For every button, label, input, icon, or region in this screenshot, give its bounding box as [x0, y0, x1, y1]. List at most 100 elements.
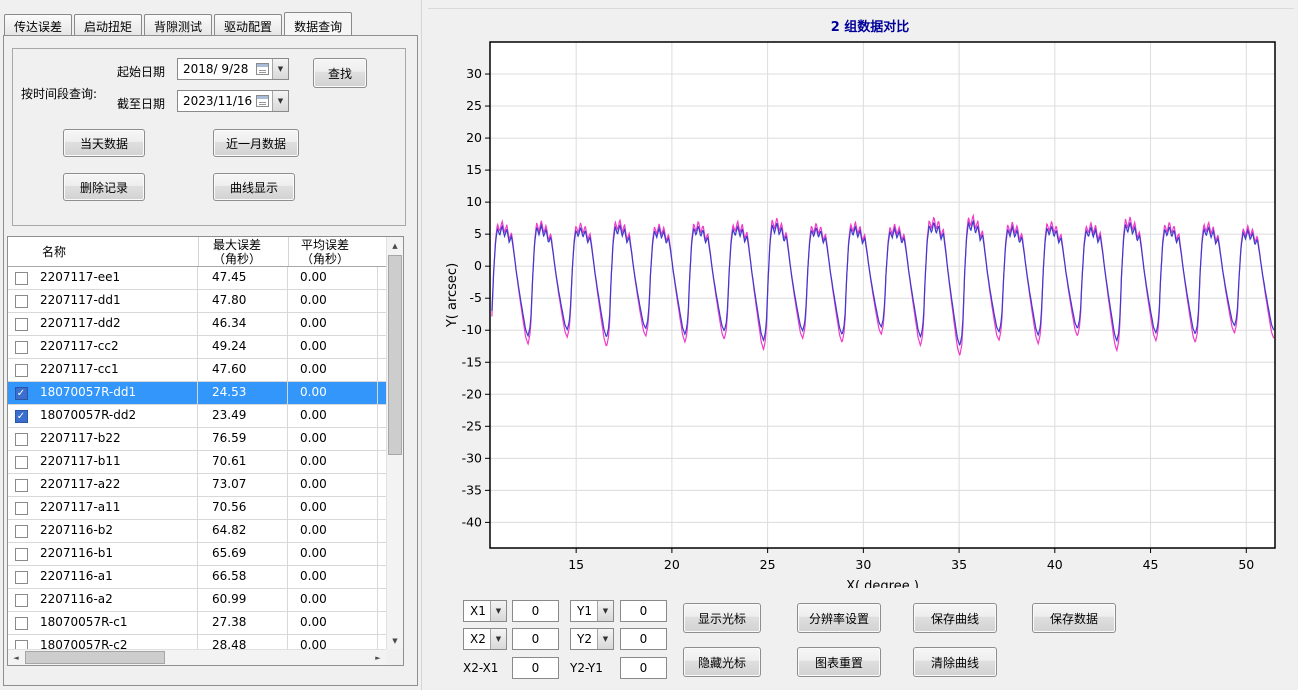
- y1-value-field[interactable]: [620, 600, 667, 622]
- row-checkbox[interactable]: [15, 479, 28, 492]
- header-avg-error[interactable]: 平均误差 （角秒）: [288, 237, 378, 266]
- row-checkbox[interactable]: [15, 364, 28, 377]
- row-checkbox[interactable]: [15, 295, 28, 308]
- svg-text:-10: -10: [462, 322, 482, 337]
- x1-value-field[interactable]: [512, 600, 559, 622]
- resolution-settings-button[interactable]: 分辨率设置: [797, 603, 881, 633]
- save-curve-button[interactable]: 保存曲线: [913, 603, 997, 633]
- chevron-down-icon[interactable]: ▼: [490, 601, 506, 621]
- start-date-picker[interactable]: 2018/ 9/28 ▼: [177, 58, 289, 80]
- row-max-error: 73.07: [198, 474, 288, 496]
- hide-cursor-button[interactable]: 隐藏光标: [683, 647, 761, 677]
- dx-value-field[interactable]: [512, 657, 559, 679]
- table-row[interactable]: 2207117-cc147.600.00: [8, 359, 386, 382]
- y2-combo[interactable]: Y2 ▼: [570, 628, 614, 650]
- y1-combo[interactable]: Y1 ▼: [570, 600, 614, 622]
- chevron-down-icon[interactable]: ▼: [490, 629, 506, 649]
- row-checkbox[interactable]: ✓: [15, 410, 28, 423]
- calendar-icon: [256, 63, 269, 75]
- table-row[interactable]: 2207117-a1170.560.00: [8, 497, 386, 520]
- chevron-down-icon[interactable]: ▼: [272, 91, 288, 111]
- calendar-icon: [256, 95, 269, 107]
- svg-text:30: 30: [855, 557, 871, 572]
- x1-combo[interactable]: X1 ▼: [463, 600, 507, 622]
- save-data-button[interactable]: 保存数据: [1032, 603, 1116, 633]
- y2-value-field[interactable]: [620, 628, 667, 650]
- show-cursor-button[interactable]: 显示光标: [683, 603, 761, 633]
- x2-value-field[interactable]: [512, 628, 559, 650]
- header-max-error[interactable]: 最大误差 （角秒）: [198, 237, 288, 266]
- table-row[interactable]: 18070057R-c127.380.00: [8, 612, 386, 635]
- table-horizontal-scrollbar[interactable]: ◄ ►: [8, 649, 386, 665]
- row-avg-error: 0.00: [288, 405, 378, 427]
- curve-display-button[interactable]: 曲线显示: [213, 173, 295, 201]
- table-row[interactable]: 2207116-b165.690.00: [8, 543, 386, 566]
- row-checkbox[interactable]: [15, 456, 28, 469]
- table-vertical-scrollbar[interactable]: ▲ ▼: [386, 237, 403, 649]
- row-name: 18070057R-dd2: [34, 405, 198, 427]
- tab-start-torque[interactable]: 启动扭矩: [74, 14, 142, 35]
- horizontal-scroll-thumb[interactable]: [25, 651, 165, 664]
- table-row[interactable]: 2207116-a166.580.00: [8, 566, 386, 589]
- table-row[interactable]: 2207117-a2273.070.00: [8, 474, 386, 497]
- row-filler: [378, 497, 386, 519]
- chart-reset-button[interactable]: 图表重置: [797, 647, 881, 677]
- tab-drive-config[interactable]: 驱动配置: [214, 14, 282, 35]
- scroll-right-icon[interactable]: ►: [370, 650, 386, 665]
- table-row[interactable]: ✓18070057R-dd124.530.00: [8, 382, 386, 405]
- tab-transmission-error[interactable]: 传达误差: [4, 14, 72, 35]
- row-checkbox[interactable]: [15, 318, 28, 331]
- row-max-error: 28.48: [198, 635, 288, 649]
- chevron-down-icon[interactable]: ▼: [597, 601, 613, 621]
- row-checkbox[interactable]: [15, 617, 28, 630]
- table-row[interactable]: 2207117-cc249.240.00: [8, 336, 386, 359]
- scroll-left-icon[interactable]: ◄: [8, 650, 24, 665]
- row-checkbox[interactable]: [15, 640, 28, 650]
- row-checkbox[interactable]: [15, 502, 28, 515]
- row-checkbox[interactable]: [15, 525, 28, 538]
- clear-curve-button[interactable]: 清除曲线: [913, 647, 997, 677]
- table-row[interactable]: 2207117-dd246.340.00: [8, 313, 386, 336]
- row-checkbox[interactable]: [15, 341, 28, 354]
- row-checkbox[interactable]: [15, 594, 28, 607]
- x2-combo[interactable]: X2 ▼: [463, 628, 507, 650]
- row-avg-error: 0.00: [288, 290, 378, 312]
- vertical-scroll-thumb[interactable]: [388, 255, 402, 455]
- table-row[interactable]: 2207116-a260.990.00: [8, 589, 386, 612]
- table-row[interactable]: 2207117-ee147.450.00: [8, 267, 386, 290]
- table-row[interactable]: 2207117-b1170.610.00: [8, 451, 386, 474]
- row-checkbox[interactable]: [15, 272, 28, 285]
- scroll-up-icon[interactable]: ▲: [387, 237, 403, 254]
- last-month-data-button[interactable]: 近一月数据: [213, 129, 299, 157]
- row-checkbox[interactable]: ✓: [15, 387, 28, 400]
- end-date-label: 截至日期: [117, 95, 165, 112]
- chevron-down-icon[interactable]: ▼: [272, 59, 288, 79]
- svg-text:50: 50: [1238, 557, 1254, 572]
- checkbox-cell: ✓: [8, 382, 34, 404]
- row-name: 18070057R-c1: [34, 612, 198, 634]
- tab-backlash-test[interactable]: 背隙测试: [144, 14, 212, 35]
- svg-text:-20: -20: [462, 386, 482, 401]
- table-row[interactable]: ✓18070057R-dd223.490.00: [8, 405, 386, 428]
- row-avg-error: 0.00: [288, 382, 378, 404]
- row-checkbox[interactable]: [15, 548, 28, 561]
- svg-text:40: 40: [1047, 557, 1063, 572]
- row-filler: [378, 290, 386, 312]
- search-button[interactable]: 查找: [313, 58, 367, 88]
- dy-value-field[interactable]: [620, 657, 667, 679]
- chevron-down-icon[interactable]: ▼: [597, 629, 613, 649]
- comparison-chart[interactable]: 1520253035404550302520151050-5-10-15-20-…: [440, 36, 1290, 588]
- header-name[interactable]: 名称: [8, 237, 198, 266]
- row-checkbox[interactable]: [15, 571, 28, 584]
- row-checkbox[interactable]: [15, 433, 28, 446]
- today-data-button[interactable]: 当天数据: [63, 129, 145, 157]
- scroll-down-icon[interactable]: ▼: [387, 632, 403, 649]
- table-row[interactable]: 2207117-b2276.590.00: [8, 428, 386, 451]
- row-name: 2207117-ee1: [34, 267, 198, 289]
- end-date-picker[interactable]: 2023/11/16 ▼: [177, 90, 289, 112]
- tab-data-query[interactable]: 数据查询: [284, 12, 352, 35]
- table-row[interactable]: 18070057R-c228.480.00: [8, 635, 386, 649]
- table-row[interactable]: 2207117-dd147.800.00: [8, 290, 386, 313]
- table-row[interactable]: 2207116-b264.820.00: [8, 520, 386, 543]
- delete-record-button[interactable]: 删除记录: [63, 173, 145, 201]
